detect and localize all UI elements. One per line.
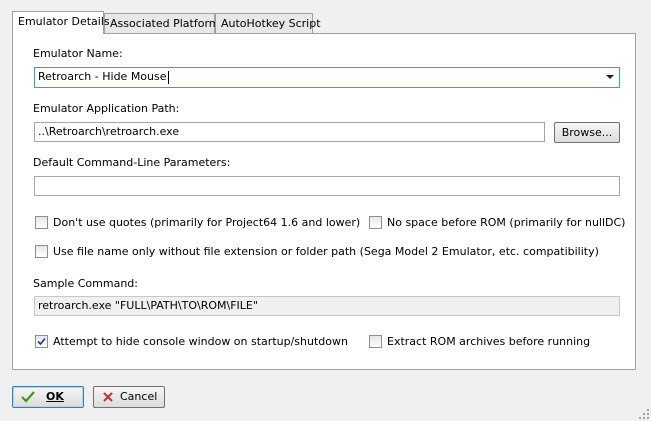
chevron-down-icon[interactable]	[606, 75, 614, 79]
cmdline-input[interactable]	[34, 176, 620, 196]
sample-command-value: retroarch.exe "FULL\PATH\TO\ROM\FILE"	[38, 299, 258, 312]
dont-use-quotes-label[interactable]: Don't use quotes (primarily for Project6…	[53, 216, 360, 229]
sample-command-label: Sample Command:	[33, 277, 138, 290]
tab-associated-platforms[interactable]: Associated Platforms	[104, 13, 225, 33]
hide-console-label[interactable]: Attempt to hide console window on startu…	[53, 335, 348, 348]
tab-autohotkey-script[interactable]: AutoHotkey Script	[215, 13, 321, 33]
dont-use-quotes-checkbox[interactable]	[35, 216, 48, 229]
emulator-name-combobox[interactable]: Retroarch - Hide Mouse	[34, 67, 620, 88]
ok-label: OK	[46, 390, 64, 403]
app-path-input[interactable]: ..\Retroarch\retroarch.exe	[34, 122, 545, 142]
resize-grip[interactable]	[639, 409, 649, 419]
emulator-name-value: Retroarch - Hide Mouse	[38, 70, 167, 83]
extract-rom-label[interactable]: Extract ROM archives before running	[387, 335, 590, 348]
app-path-value: ..\Retroarch\retroarch.exe	[38, 125, 180, 138]
tab-label: AutoHotkey Script	[221, 17, 321, 30]
app-path-label: Emulator Application Path:	[33, 102, 180, 115]
browse-button[interactable]: Browse...	[554, 122, 620, 143]
tab-label: Associated Platforms	[110, 17, 226, 30]
close-icon	[103, 392, 113, 402]
ok-button[interactable]: OK	[12, 386, 84, 408]
hide-console-checkbox[interactable]	[35, 335, 48, 348]
text-caret	[167, 70, 169, 84]
cancel-label: Cancel	[120, 390, 158, 403]
emulator-name-label: Emulator Name:	[33, 47, 123, 60]
cancel-button[interactable]: Cancel	[93, 386, 165, 408]
extract-rom-checkbox[interactable]	[369, 335, 382, 348]
file-name-only-label[interactable]: Use file name only without file extensio…	[53, 245, 599, 258]
tab-panel: Emulator Name: Retroarch - Hide Mouse Em…	[12, 33, 636, 370]
no-space-before-rom-checkbox[interactable]	[369, 216, 382, 229]
checkmark-icon	[21, 391, 35, 403]
no-space-before-rom-label[interactable]: No space before ROM (primarily for nullD…	[387, 216, 625, 229]
sample-command-field: retroarch.exe "FULL\PATH\TO\ROM\FILE"	[34, 296, 620, 316]
file-name-only-checkbox[interactable]	[35, 245, 48, 258]
tab-emulator-details[interactable]: Emulator Details	[12, 11, 110, 34]
tab-label: Emulator Details	[18, 15, 110, 28]
checkmark-icon	[37, 337, 46, 346]
browse-label: Browse...	[561, 126, 613, 139]
cmdline-label: Default Command-Line Parameters:	[33, 156, 231, 169]
